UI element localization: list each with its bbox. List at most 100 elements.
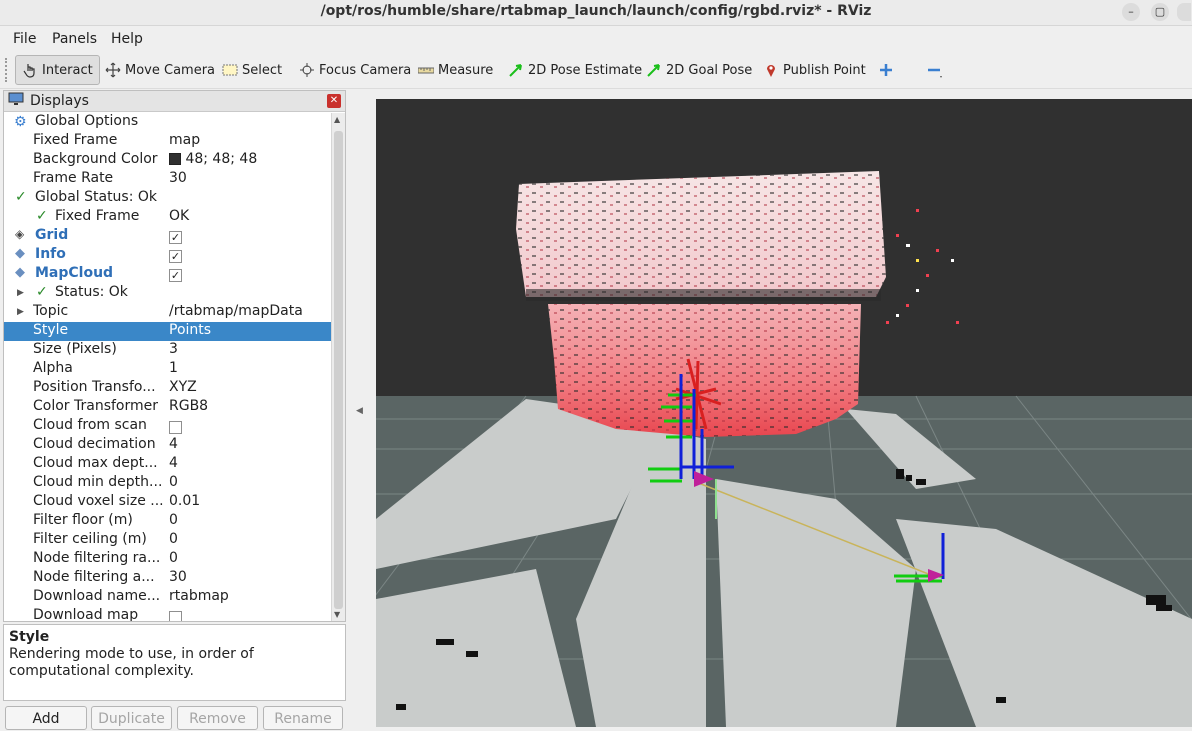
scroll-down-icon[interactable]: ▼ (334, 610, 340, 619)
tree-row-info[interactable]: ◆ Info ✓ (4, 246, 331, 265)
row-value[interactable]: 1 (169, 360, 178, 376)
row-value[interactable]: Points (169, 322, 211, 338)
tool-move-camera-label: Move Camera (125, 62, 216, 78)
menu-file[interactable]: File (13, 31, 36, 47)
tree-row-background-color[interactable]: Background Color 48; 48; 48 (4, 151, 331, 170)
tool-select-button[interactable]: Select (222, 55, 282, 85)
description-title: Style (9, 629, 50, 645)
row-value[interactable]: RGB8 (169, 398, 208, 414)
tool-2d-pose-estimate-button[interactable]: 2D Pose Estimate (508, 55, 642, 85)
row-value[interactable]: 0 (169, 512, 178, 528)
close-panel-icon[interactable]: ✕ (327, 94, 341, 108)
displays-panel-title: Displays (30, 93, 89, 109)
tree-row-cloud-from-scan[interactable]: Cloud from scan (4, 417, 331, 436)
tool-measure-button[interactable]: Measure (417, 55, 493, 85)
rename-display-button[interactable]: Rename (263, 706, 343, 730)
tree-row-alpha[interactable]: Alpha 1 (4, 360, 331, 379)
row-value[interactable]: /rtabmap/mapData (169, 303, 303, 319)
tree-row-fixed-frame[interactable]: Fixed Frame map (4, 132, 331, 151)
ruler-icon (417, 62, 435, 78)
render-viewport[interactable] (376, 99, 1192, 727)
download-map-checkbox[interactable] (169, 609, 182, 621)
menubar: File Panels Help (0, 27, 1192, 51)
tool-focus-camera-button[interactable]: Focus Camera (299, 55, 411, 85)
cloud-from-scan-checkbox[interactable] (169, 419, 182, 435)
tree-row-node-filtering-radius[interactable]: Node filtering ra... 0 (4, 550, 331, 569)
row-value[interactable]: 30 (169, 170, 187, 186)
tree-row-cloud-min-depth[interactable]: Cloud min depth... 0 (4, 474, 331, 493)
row-value[interactable]: 0 (169, 474, 178, 490)
row-value[interactable]: 0 (169, 550, 178, 566)
row-label: Alpha (33, 360, 73, 376)
duplicate-display-button[interactable]: Duplicate (91, 706, 172, 730)
tree-row-frame-rate[interactable]: Frame Rate 30 (4, 170, 331, 189)
property-description: Style Rendering mode to use, in order of… (3, 624, 346, 701)
color-value[interactable]: 48; 48; 48 (169, 151, 257, 167)
tool-2d-goal-pose-label: 2D Goal Pose (666, 62, 753, 78)
tree-row-cloud-decimation[interactable]: Cloud decimation 4 (4, 436, 331, 455)
expand-arrow-icon[interactable]: ▶ (17, 288, 24, 298)
row-label: Topic (33, 303, 69, 319)
panel-splitter[interactable]: ◀ (347, 90, 373, 727)
add-display-button[interactable]: Add (5, 706, 87, 730)
tree-row-global-status[interactable]: ✓ Global Status: Ok (4, 189, 331, 208)
tree-row-filter-floor[interactable]: Filter floor (m) 0 (4, 512, 331, 531)
scrollbar-thumb[interactable] (334, 131, 343, 609)
tree-row-mapcloud-status[interactable]: ▶ ✓ Status: Ok (4, 284, 331, 303)
row-value[interactable]: XYZ (169, 379, 197, 395)
row-value[interactable]: 0 (169, 531, 178, 547)
displays-scrollbar[interactable]: ▲ ▼ (331, 113, 345, 621)
tree-row-mapcloud[interactable]: ◆ MapCloud ✓ (4, 265, 331, 284)
row-value[interactable]: 4 (169, 455, 178, 471)
green-arrow-icon (508, 62, 524, 78)
tree-row-cloud-max-depth[interactable]: Cloud max dept... 4 (4, 455, 331, 474)
tree-row-color-transformer[interactable]: Color Transformer RGB8 (4, 398, 331, 417)
tool-move-camera-button[interactable]: Move Camera (105, 55, 215, 85)
tool-focus-camera-label: Focus Camera (319, 62, 412, 78)
tree-row-style[interactable]: Style Points (4, 322, 331, 341)
toolbar-handle[interactable] (5, 58, 9, 82)
scroll-up-icon[interactable]: ▲ (334, 115, 340, 124)
row-value[interactable]: 3 (169, 341, 178, 357)
minimize-icon[interactable]: – (1122, 3, 1140, 21)
tree-row-size[interactable]: Size (Pixels) 3 (4, 341, 331, 360)
map-pin-icon (763, 62, 779, 78)
displays-panel: Displays ✕ ⚙ Global Options Fixed Frame … (3, 90, 346, 622)
displays-button-row: Add Duplicate Remove Rename (3, 706, 346, 730)
close-icon[interactable] (1177, 3, 1191, 21)
menu-panels[interactable]: Panels (52, 31, 97, 47)
menu-help[interactable]: Help (111, 31, 143, 47)
row-value[interactable]: 4 (169, 436, 178, 452)
tree-row-grid[interactable]: ◈ Grid ✓ (4, 227, 331, 246)
info-enabled-checkbox[interactable]: ✓ (169, 248, 182, 264)
collapse-left-icon[interactable]: ◀ (356, 406, 363, 416)
row-label: Position Transfo... (33, 379, 156, 395)
tree-row-cloud-voxel-size[interactable]: Cloud voxel size ... 0.01 (4, 493, 331, 512)
tree-row-node-filtering-angle[interactable]: Node filtering a... 30 (4, 569, 331, 588)
row-value[interactable]: map (169, 132, 200, 148)
tree-row-position-transformer[interactable]: Position Transfo... XYZ (4, 379, 331, 398)
row-label: Size (Pixels) (33, 341, 117, 357)
pointcloud-texture (516, 171, 886, 297)
tree-row-download-namespace[interactable]: Download name... rtabmap (4, 588, 331, 607)
row-label: Cloud min depth... (33, 474, 163, 490)
tree-row-download-map[interactable]: Download map (4, 607, 331, 621)
remove-display-button[interactable]: Remove (177, 706, 258, 730)
remove-tool-button[interactable] (926, 55, 942, 85)
grid-enabled-checkbox[interactable]: ✓ (169, 229, 182, 245)
row-value[interactable]: rtabmap (169, 588, 229, 604)
expand-arrow-icon[interactable]: ▶ (17, 307, 24, 317)
row-label: Node filtering a... (33, 569, 155, 585)
tree-row-global-options[interactable]: ⚙ Global Options (4, 113, 331, 132)
tree-row-filter-ceiling[interactable]: Filter ceiling (m) 0 (4, 531, 331, 550)
row-value[interactable]: 0.01 (169, 493, 200, 509)
tool-2d-goal-pose-button[interactable]: 2D Goal Pose (646, 55, 752, 85)
mapcloud-enabled-checkbox[interactable]: ✓ (169, 267, 182, 283)
tree-row-topic[interactable]: ▶ Topic /rtabmap/mapData (4, 303, 331, 322)
tool-interact-button[interactable]: Interact (15, 55, 100, 85)
tool-publish-point-button[interactable]: Publish Point (763, 55, 866, 85)
maximize-icon[interactable]: ▢ (1151, 3, 1169, 21)
add-tool-button[interactable] (878, 55, 894, 85)
row-value[interactable]: 30 (169, 569, 187, 585)
tree-row-fixed-frame-status[interactable]: ✓ Fixed Frame OK (4, 208, 331, 227)
